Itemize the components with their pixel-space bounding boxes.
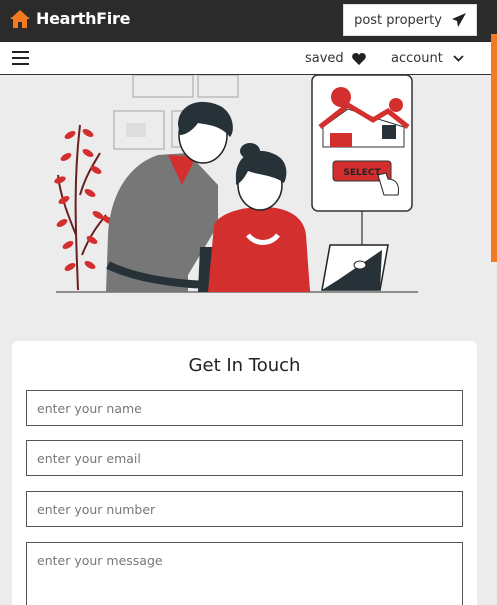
saved-link[interactable]: saved: [305, 51, 366, 66]
select-label: SELECT: [343, 168, 381, 178]
brand-name: HearthFire: [36, 9, 131, 28]
nav-bar: saved account: [0, 42, 491, 75]
account-menu[interactable]: account: [391, 51, 464, 66]
chevron-down-icon: [453, 55, 464, 62]
home-icon: [10, 9, 30, 28]
heart-icon: [351, 52, 366, 65]
laptop: [321, 244, 389, 291]
account-label: account: [391, 51, 443, 66]
message-input[interactable]: [26, 542, 463, 605]
contact-form-card: Get In Touch: [12, 341, 477, 605]
phone-card: SELECT: [311, 75, 413, 245]
name-input[interactable]: [26, 390, 463, 426]
number-input[interactable]: [26, 491, 463, 527]
scroll-indicator[interactable]: [491, 34, 497, 262]
post-property-label: post property: [354, 12, 442, 28]
paper-plane-icon: [451, 13, 466, 27]
brand-logo[interactable]: HearthFire: [10, 9, 130, 28]
post-property-button[interactable]: post property: [343, 4, 477, 36]
hamburger-icon[interactable]: [12, 51, 29, 65]
top-bar: HearthFire post property: [0, 0, 497, 42]
hero-illustration: SELECT: [54, 75, 418, 293]
plant: [54, 124, 114, 291]
woman-figure: [208, 143, 310, 292]
email-input[interactable]: [26, 440, 463, 476]
form-title: Get In Touch: [188, 355, 301, 376]
saved-label: saved: [305, 51, 344, 66]
